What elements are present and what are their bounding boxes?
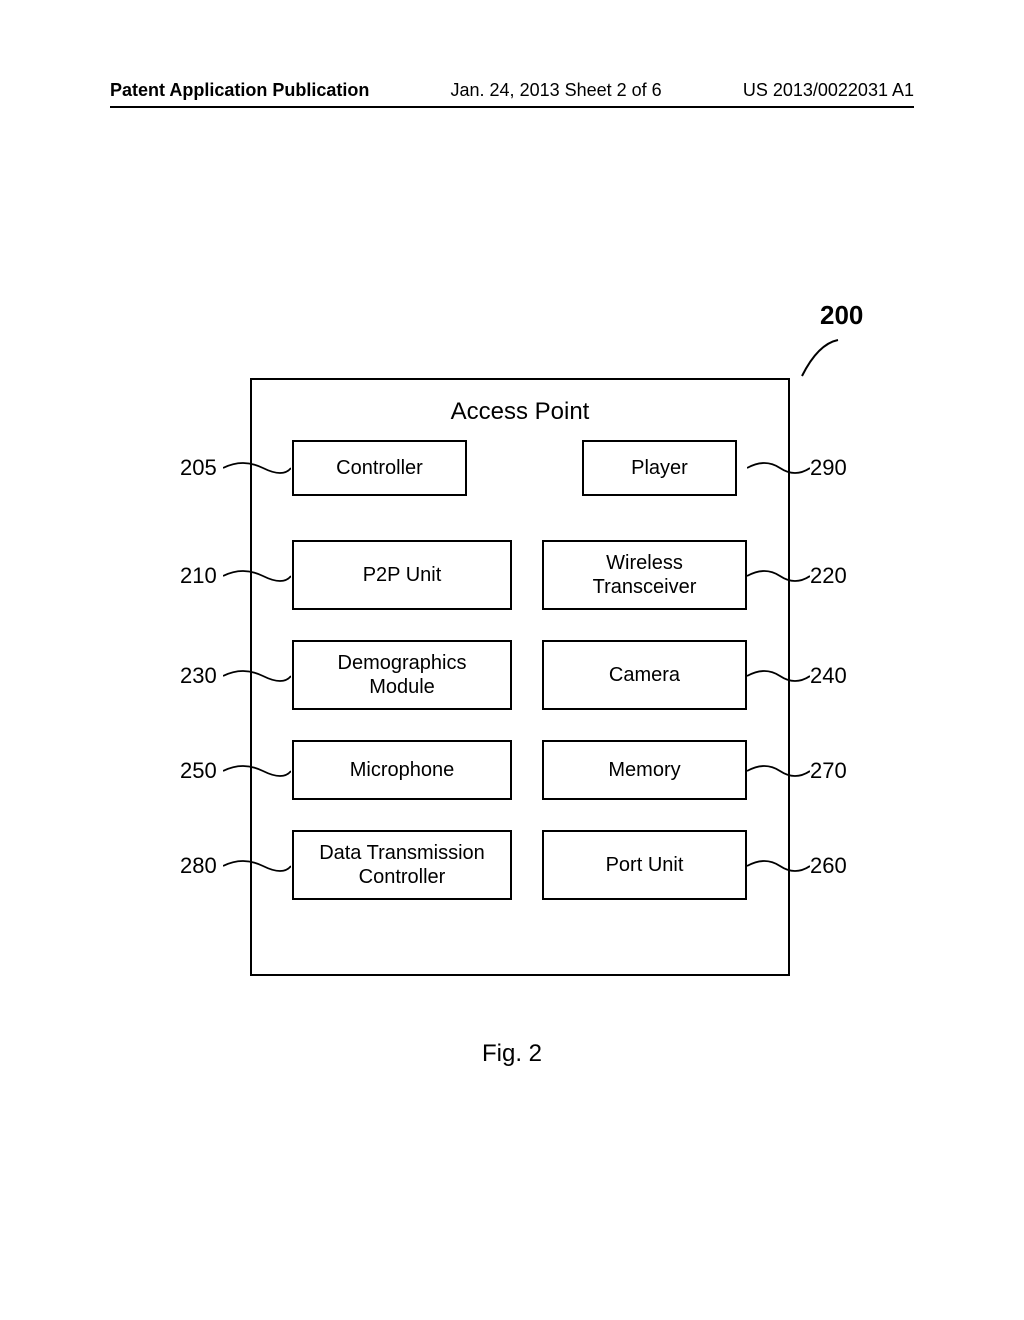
box-memory: Memory (542, 740, 747, 800)
main-box-title: Access Point (252, 398, 788, 426)
header-right: US 2013/0022031 A1 (743, 80, 914, 101)
ref-210: 210 (180, 563, 217, 589)
label: Microphone (350, 758, 455, 782)
main-box-access-point: Access Point Controller Player P2P Unit … (250, 378, 790, 976)
label: Port Unit (606, 853, 684, 877)
box-demographics-module: Demographics Module (292, 640, 512, 710)
box-player: Player (582, 440, 737, 496)
page-header: Patent Application Publication Jan. 24, … (110, 80, 914, 101)
box-wireless-transceiver: Wireless Transceiver (542, 540, 747, 610)
box-camera: Camera (542, 640, 747, 710)
ref-240: 240 (810, 663, 847, 689)
label: Memory (608, 758, 680, 782)
box-microphone: Microphone (292, 740, 512, 800)
ref-230: 230 (180, 663, 217, 689)
label: P2P Unit (363, 563, 442, 587)
lead-line-200 (800, 338, 840, 378)
ref-290: 290 (810, 455, 847, 481)
label: Data Transmission Controller (319, 841, 485, 889)
label: Camera (609, 663, 680, 687)
label: Wireless Transceiver (593, 551, 697, 599)
header-divider (110, 106, 914, 108)
ref-250: 250 (180, 758, 217, 784)
header-center: Jan. 24, 2013 Sheet 2 of 6 (451, 80, 662, 101)
ref-270: 270 (810, 758, 847, 784)
label: Player (631, 456, 688, 480)
label: Controller (336, 456, 423, 480)
ref-205: 205 (180, 455, 217, 481)
header-left: Patent Application Publication (110, 80, 369, 101)
ref-200: 200 (820, 300, 863, 331)
ref-220: 220 (810, 563, 847, 589)
ref-280: 280 (180, 853, 217, 879)
box-port-unit: Port Unit (542, 830, 747, 900)
figure-caption: Fig. 2 (0, 1040, 1024, 1068)
ref-260: 260 (810, 853, 847, 879)
label: Demographics Module (338, 651, 467, 699)
box-data-transmission-controller: Data Transmission Controller (292, 830, 512, 900)
box-p2p-unit: P2P Unit (292, 540, 512, 610)
box-controller: Controller (292, 440, 467, 496)
